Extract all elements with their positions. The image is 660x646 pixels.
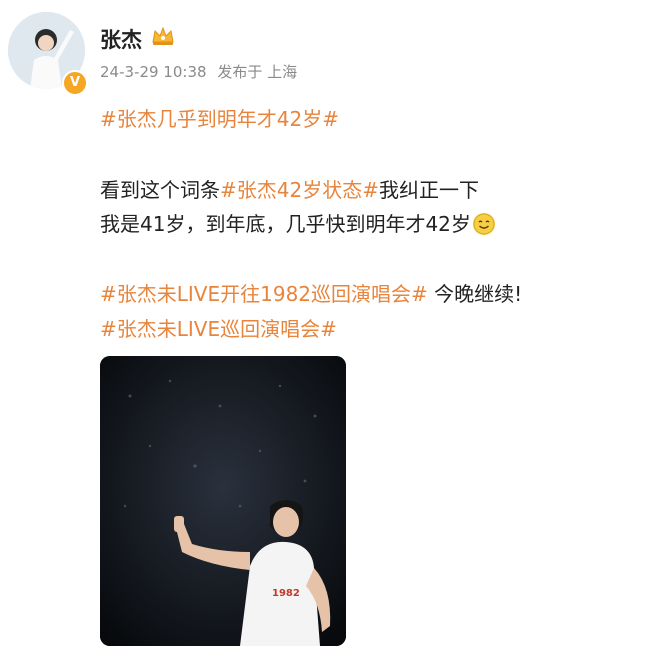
hashtag-link[interactable]: #张杰几乎到明年才42岁# bbox=[100, 107, 339, 131]
post-line-3: 我是41岁，到年底，几乎快到明年才42岁 bbox=[100, 208, 495, 237]
post-line-1: #张杰几乎到明年才42岁# bbox=[100, 103, 339, 132]
verified-v-icon: V bbox=[62, 70, 88, 96]
post-photo[interactable]: 1982 bbox=[100, 356, 346, 646]
crown-badge-icon[interactable] bbox=[150, 24, 176, 48]
hashtag-link[interactable]: #张杰未LIVE开往1982巡回演唱会# bbox=[100, 282, 428, 306]
post-line-5: #张杰未LIVE巡回演唱会# bbox=[100, 313, 337, 342]
hashtag-link[interactable]: #张杰42岁状态# bbox=[220, 178, 379, 202]
post-location: 发布于 上海 bbox=[217, 63, 298, 81]
svg-text:1982: 1982 bbox=[272, 588, 300, 599]
post-text: 我纠正一下 bbox=[378, 178, 479, 202]
post-text: 今晚继续! bbox=[427, 282, 523, 306]
post-meta: 24-3-29 10:38 发布于 上海 bbox=[100, 61, 303, 82]
weibo-post: V 张杰 24-3-29 10:38 发布于 上海 #张杰几乎到明年才42岁# … bbox=[0, 0, 660, 646]
post-text: 看到这个词条 bbox=[100, 178, 220, 202]
post-line-4: #张杰未LIVE开往1982巡回演唱会# 今晚继续! bbox=[100, 278, 522, 307]
username[interactable]: 张杰 bbox=[100, 24, 142, 54]
post-text: 我是41岁，到年底，几乎快到明年才42岁 bbox=[100, 212, 471, 236]
smile-emoji-icon bbox=[472, 213, 495, 235]
post-line-2: 看到这个词条#张杰42岁状态#我纠正一下 bbox=[100, 174, 479, 203]
post-date: 24-3-29 10:38 bbox=[100, 63, 207, 81]
hashtag-link[interactable]: #张杰未LIVE巡回演唱会# bbox=[100, 317, 337, 341]
